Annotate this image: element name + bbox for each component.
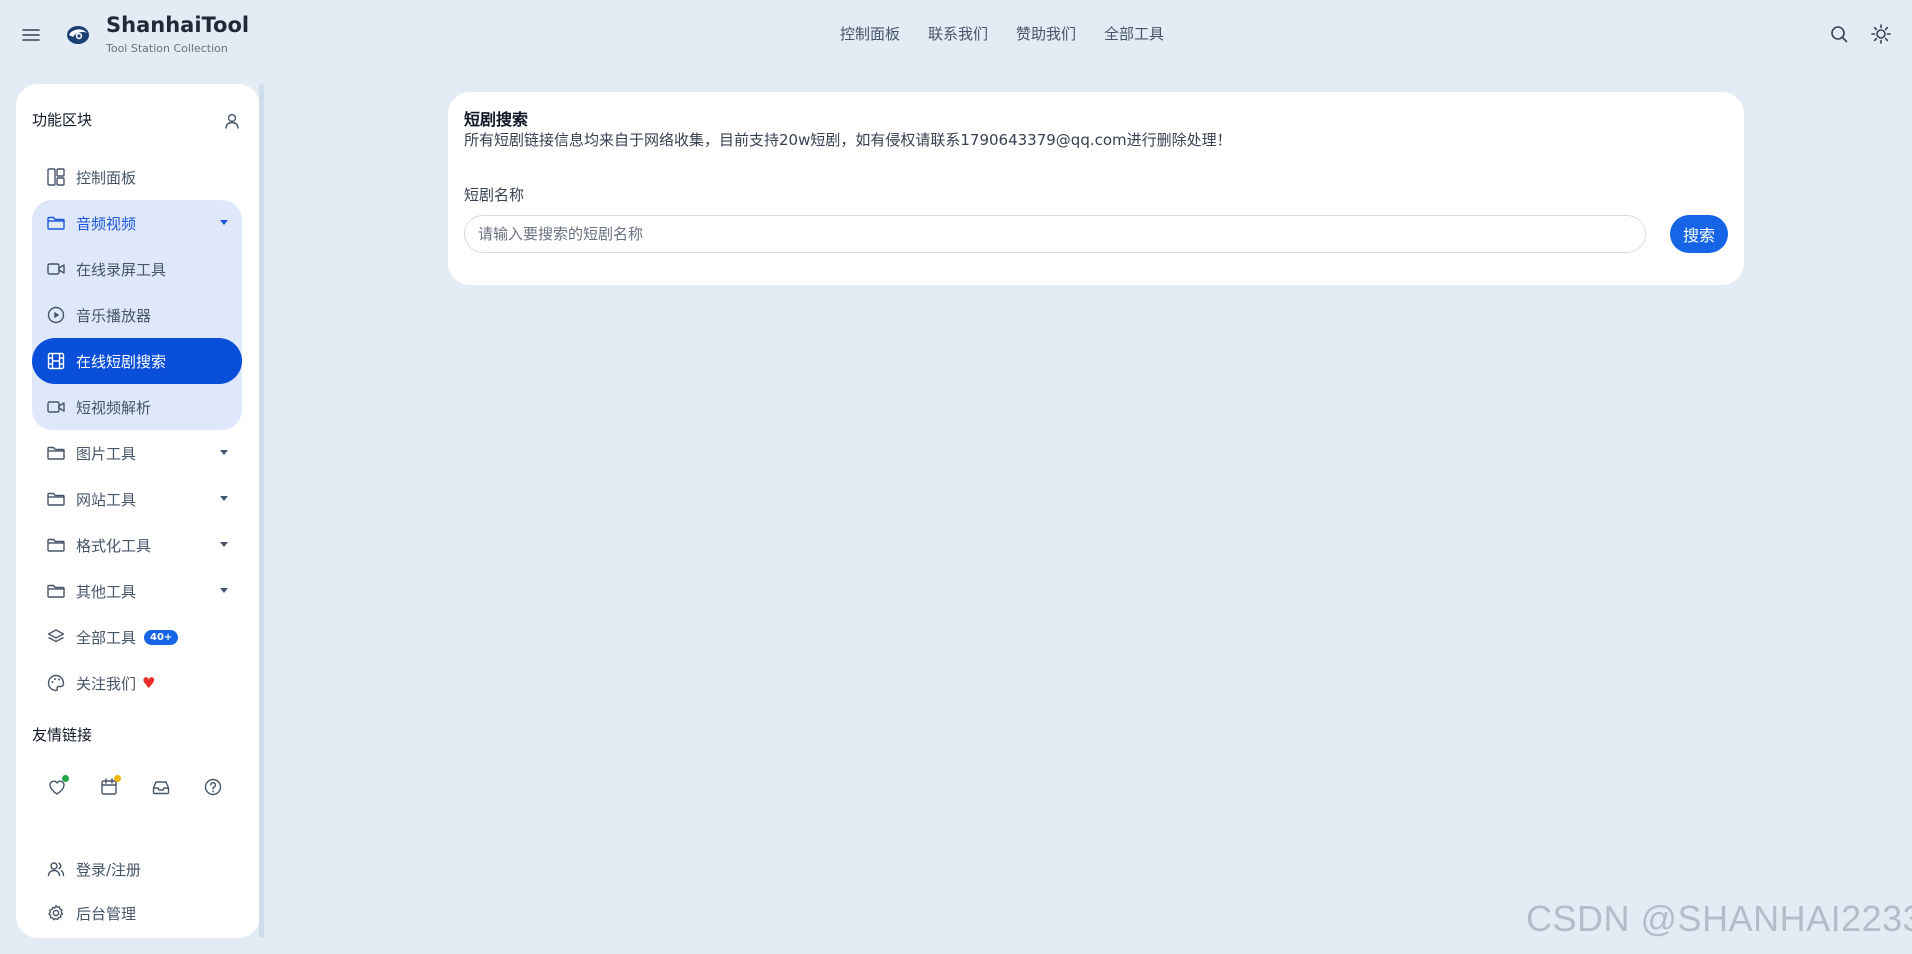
drama-search-card: 短剧搜索 所有短剧链接信息均来自于网络收集，目前支持20w短剧，如有侵权请联系1… (448, 92, 1744, 285)
sidebar-item-label: 其他工具 (76, 582, 137, 601)
sidebar-item-label: 短视频解析 (76, 398, 152, 417)
logo-icon[interactable] (64, 20, 92, 48)
folder-icon (47, 584, 65, 598)
sidebar-item-label: 格式化工具 (76, 536, 152, 555)
sidebar-header: 功能区块 (32, 109, 242, 133)
sidebar-item-login[interactable]: 登录/注册 (32, 846, 242, 892)
sidebar: 功能区块 控制面板 音频视频 在线录屏工具 音乐播放器 在线短剧搜索 短视频解析… (16, 84, 260, 938)
sidebar-item-label: 控制面板 (76, 168, 137, 187)
sidebar-section-title: 功能区块 (32, 111, 93, 129)
hamburger-menu-icon[interactable] (20, 24, 42, 46)
film-icon (47, 352, 65, 370)
friend-link-help[interactable] (202, 776, 224, 798)
chevron-down-icon (220, 496, 228, 501)
dashboard-icon (47, 168, 65, 186)
sidebar-item-format-tools[interactable]: 格式化工具 (32, 522, 242, 568)
page-title: 短剧搜索 (464, 110, 529, 129)
play-circle-icon (47, 306, 65, 324)
sidebar-item-label: 关注我们 (76, 674, 137, 693)
palette-icon (47, 674, 65, 692)
friend-link-inbox[interactable] (150, 776, 172, 798)
friend-links-title: 友情链接 (32, 726, 93, 744)
watermark: CSDN @SHANHAI2233 (1526, 898, 1912, 939)
status-dot (114, 775, 121, 782)
sidebar-item-follow-us[interactable]: 关注我们 ♥ (32, 660, 242, 706)
sidebar-item-music-player[interactable]: 音乐播放器 (32, 292, 242, 338)
layers-icon (47, 629, 65, 643)
top-nav: 控制面板 联系我们 赞助我们 全部工具 (840, 23, 1164, 44)
drama-name-label: 短剧名称 (464, 186, 525, 204)
brand-subtitle: Tool Station Collection (106, 42, 228, 55)
sidebar-item-label: 后台管理 (76, 904, 137, 923)
top-nav-dashboard[interactable]: 控制面板 (840, 23, 900, 44)
top-nav-sponsor[interactable]: 赞助我们 (1016, 23, 1076, 44)
user-icon[interactable] (222, 111, 242, 131)
folder-icon (47, 538, 65, 552)
sidebar-item-image-tools[interactable]: 图片工具 (32, 430, 242, 476)
chevron-down-icon (220, 220, 228, 225)
sidebar-item-label: 登录/注册 (76, 860, 142, 879)
sidebar-item-short-video[interactable]: 短视频解析 (32, 384, 242, 430)
sidebar-scrollbar[interactable] (259, 84, 264, 938)
sidebar-item-admin[interactable]: 后台管理 (32, 890, 242, 936)
sidebar-item-label: 网站工具 (76, 490, 137, 509)
friend-link-calendar[interactable] (98, 775, 121, 798)
sidebar-item-audio-video[interactable]: 音频视频 (32, 200, 242, 246)
sun-icon[interactable] (1870, 23, 1892, 45)
users-icon (47, 862, 65, 877)
video-camera-icon (47, 401, 65, 413)
count-badge: 40+ (144, 629, 179, 645)
help-icon (204, 778, 222, 796)
sidebar-item-label: 在线录屏工具 (76, 260, 167, 279)
search-icon[interactable] (1828, 23, 1850, 45)
sidebar-item-label: 在线短剧搜索 (76, 352, 167, 371)
sidebar-item-dashboard[interactable]: 控制面板 (32, 154, 242, 200)
sidebar-item-label: 音频视频 (76, 214, 137, 233)
sidebar-item-website-tools[interactable]: 网站工具 (32, 476, 242, 522)
inbox-icon (152, 781, 170, 795)
gear-icon (48, 904, 64, 921)
drama-search-input[interactable] (464, 215, 1646, 253)
folder-icon (47, 492, 65, 506)
top-nav-contact[interactable]: 联系我们 (928, 23, 988, 44)
sidebar-item-label: 全部工具 (76, 628, 137, 647)
video-camera-icon (47, 263, 65, 275)
folder-icon (47, 446, 65, 460)
top-nav-all-tools[interactable]: 全部工具 (1104, 23, 1164, 44)
sidebar-item-drama-search[interactable]: 在线短剧搜索 (32, 338, 242, 384)
chevron-down-icon (220, 542, 228, 547)
brand-title[interactable]: ShanhaiTool (106, 13, 249, 37)
status-dot (62, 775, 69, 782)
chevron-down-icon (220, 588, 228, 593)
sidebar-item-other-tools[interactable]: 其他工具 (32, 568, 242, 614)
sidebar-item-label: 图片工具 (76, 444, 137, 463)
friend-link-heart[interactable] (46, 775, 69, 798)
sidebar-item-all-tools[interactable]: 全部工具 40+ (32, 614, 242, 660)
sidebar-item-label: 音乐播放器 (76, 306, 152, 325)
chevron-down-icon (220, 450, 228, 455)
search-button[interactable]: 搜索 (1670, 215, 1728, 253)
heart-icon: ♥ (142, 674, 156, 692)
folder-icon (47, 216, 65, 230)
sidebar-item-screen-record[interactable]: 在线录屏工具 (32, 246, 242, 292)
top-header: ShanhaiTool Tool Station Collection 控制面板… (0, 0, 1912, 70)
notice-text: 所有短剧链接信息均来自于网络收集，目前支持20w短剧，如有侵权请联系179064… (464, 131, 1232, 149)
